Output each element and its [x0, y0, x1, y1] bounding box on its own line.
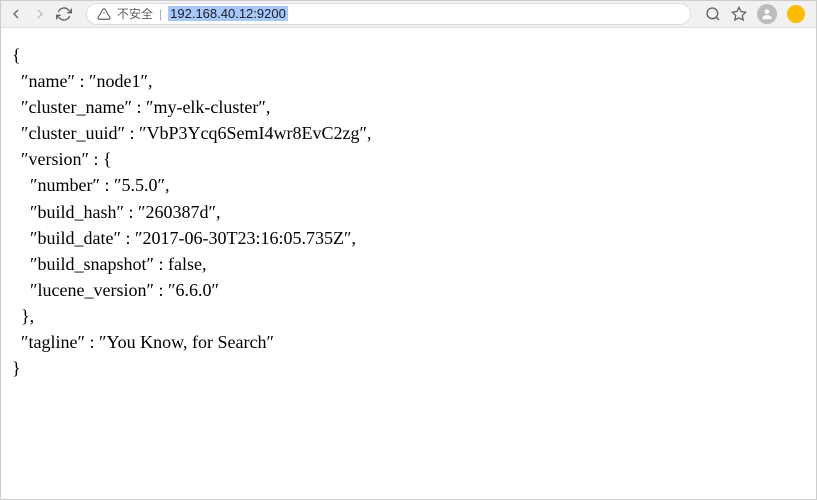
back-button[interactable] [8, 6, 24, 22]
reload-button[interactable] [56, 6, 72, 22]
profile-avatar-icon[interactable] [757, 4, 777, 24]
not-secure-icon [97, 7, 111, 21]
security-label: 不安全 [117, 5, 153, 22]
address-bar[interactable]: 不安全 | 192.168.40.12:9200 [86, 3, 691, 25]
url-text: 192.168.40.12:9200 [168, 6, 288, 21]
browser-toolbar: 不安全 | 192.168.40.12:9200 [0, 0, 817, 28]
address-divider: | [159, 7, 162, 21]
notification-icon[interactable] [787, 5, 805, 23]
zoom-icon[interactable] [705, 6, 721, 22]
forward-button[interactable] [32, 6, 48, 22]
toolbar-right-icons [705, 4, 809, 24]
json-response-body: { ″name″ : ″node1″, ″cluster_name″ : ″my… [0, 28, 817, 395]
bookmark-star-icon[interactable] [731, 6, 747, 22]
